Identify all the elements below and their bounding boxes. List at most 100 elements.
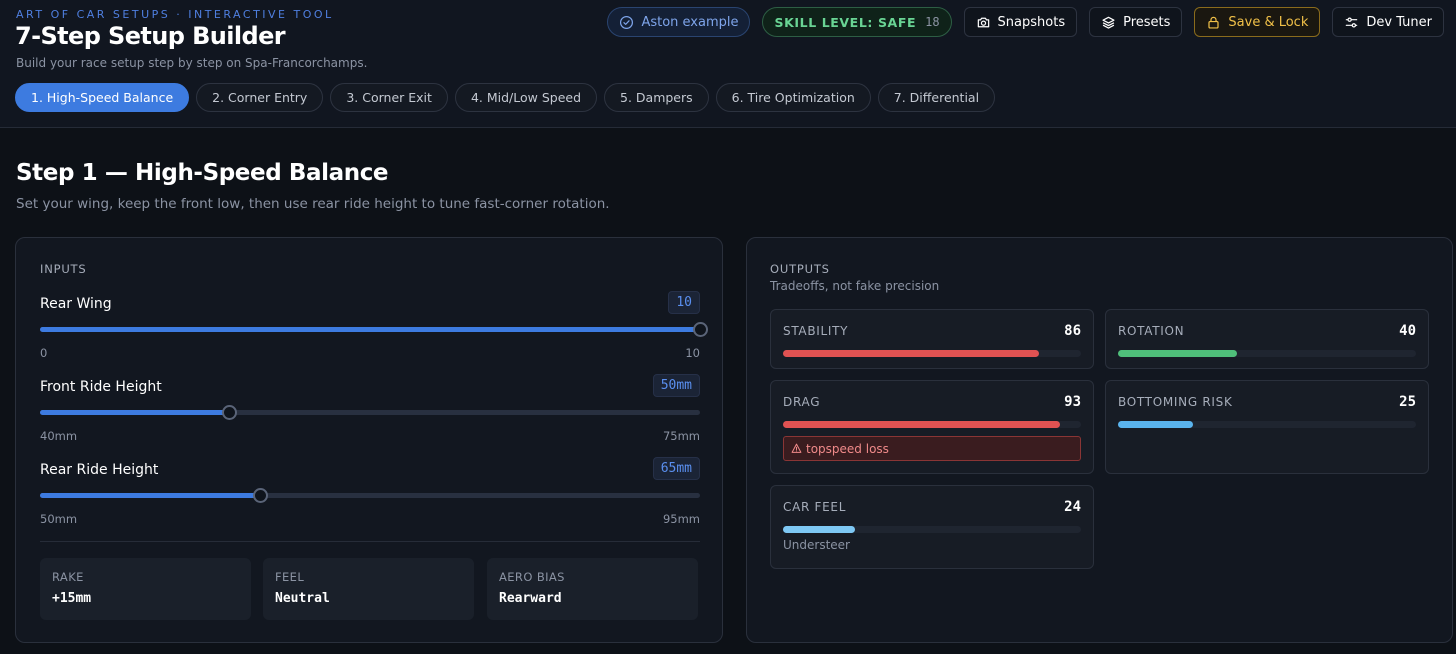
slider-min-label: 40mm: [40, 429, 78, 443]
slider-value[interactable]: 10: [668, 291, 700, 314]
dev-tuner-button[interactable]: Dev Tuner: [1332, 7, 1444, 37]
bottoming-risk-card: BOTTOMING RISK 25: [1105, 380, 1429, 474]
warning-icon: [791, 443, 802, 453]
meter-fill: [783, 421, 1061, 428]
stat-label: AERO BIAS: [499, 570, 565, 584]
meter-track: [783, 421, 1081, 428]
meter-fill: [1118, 350, 1238, 357]
slider-handle[interactable]: [221, 405, 237, 420]
tab-corner-exit[interactable]: 3. Corner Exit: [330, 83, 448, 112]
meter-track: [1118, 421, 1416, 428]
step-title: Step 1 — High-Speed Balance: [16, 160, 389, 186]
card-label: DRAG: [783, 395, 821, 409]
card-value: 40: [1399, 323, 1416, 339]
slider-track[interactable]: [40, 488, 700, 503]
aero-bias-stat: AERO BIAS Rearward: [487, 558, 698, 620]
slider-fill: [40, 327, 700, 332]
slider-value[interactable]: 65mm: [652, 457, 700, 480]
meter-fill: [783, 350, 1040, 357]
toolbar: Aston example SKILL LEVEL: SAFE 18 Snaps…: [607, 7, 1444, 37]
tab-corner-entry[interactable]: 2. Corner Entry: [196, 83, 324, 112]
car-feel-note: Understeer: [783, 538, 850, 552]
slider-max-label: 75mm: [662, 429, 700, 443]
app-title: 7-Step Setup Builder: [15, 22, 286, 50]
skill-level-badge[interactable]: SKILL LEVEL: SAFE 18: [762, 7, 952, 37]
snapshots-label: Snapshots: [997, 14, 1066, 30]
card-label: STABILITY: [783, 324, 849, 338]
tab-dampers[interactable]: 5. Dampers: [604, 83, 709, 112]
meter-track: [783, 350, 1081, 357]
slider-min-label: 50mm: [40, 512, 78, 526]
slider-max-label: 95mm: [662, 512, 700, 526]
step-tabs: 1. High-Speed Balance 2. Corner Entry 3.…: [15, 83, 996, 112]
slider-label: Rear Wing: [40, 296, 112, 312]
stat-value: +15mm: [52, 591, 92, 606]
slider-handle[interactable]: [693, 322, 708, 337]
presets-button[interactable]: Presets: [1089, 7, 1183, 37]
aston-example-label: Aston example: [641, 14, 739, 30]
card-value: 86: [1064, 323, 1081, 339]
rear-wing-slider: Rear Wing 10 0 10: [40, 291, 708, 366]
warning-text: topspeed loss: [806, 441, 889, 456]
app-subtitle: Build your race setup step by step on Sp…: [16, 56, 368, 70]
card-label: BOTTOMING RISK: [1118, 395, 1233, 409]
stability-card: STABILITY 86: [770, 309, 1094, 369]
save-lock-button[interactable]: Save & Lock: [1194, 7, 1321, 37]
card-label: ROTATION: [1118, 324, 1185, 338]
slider-max-label: 10: [685, 346, 700, 360]
topspeed-warning: topspeed loss: [783, 436, 1081, 461]
app-header: ART OF CAR SETUPS · INTERACTIVE TOOL 7-S…: [0, 0, 1456, 128]
dev-tuner-label: Dev Tuner: [1366, 14, 1432, 30]
layers-icon: [1102, 16, 1115, 29]
lock-icon: [1208, 16, 1220, 29]
meter-fill: [1118, 421, 1193, 428]
sliders-icon: [1346, 16, 1358, 28]
slider-value[interactable]: 50mm: [652, 374, 700, 397]
outputs-panel: OUTPUTS Tradeoffs, not fake precision ST…: [746, 237, 1453, 643]
meter-track: [783, 526, 1081, 533]
car-feel-card: CAR FEEL 24 Understeer: [770, 485, 1094, 569]
slider-track[interactable]: [40, 405, 700, 420]
tab-differential[interactable]: 7. Differential: [877, 83, 996, 112]
card-label: CAR FEEL: [783, 500, 847, 514]
divider: [40, 541, 700, 542]
inputs-label: INPUTS: [40, 262, 87, 276]
meter-track: [1118, 350, 1416, 357]
slider-track[interactable]: [40, 322, 708, 337]
skill-level-count: 18: [925, 15, 940, 29]
outputs-label: OUTPUTS: [770, 262, 830, 276]
slider-fill: [40, 493, 260, 498]
save-lock-label: Save & Lock: [1228, 14, 1309, 30]
slider-label: Rear Ride Height: [40, 462, 159, 478]
step-subtitle: Set your wing, keep the front low, then …: [16, 196, 610, 212]
skill-level-label: SKILL LEVEL: SAFE: [774, 14, 917, 30]
rear-ride-height-slider: Rear Ride Height 65mm 50mm 95mm: [40, 457, 700, 532]
meter-fill: [783, 526, 855, 533]
stat-value: Rearward: [499, 591, 562, 606]
card-value: 24: [1064, 499, 1081, 515]
stat-value: Neutral: [275, 591, 330, 606]
feel-stat: FEEL Neutral: [263, 558, 474, 620]
stat-label: RAKE: [52, 570, 84, 584]
stat-label: FEEL: [275, 570, 305, 584]
outputs-hint: Tradeoffs, not fake precision: [770, 279, 940, 293]
slider-min-label: 0: [40, 346, 48, 360]
slider-label: Front Ride Height: [40, 379, 162, 395]
tab-mid-low-speed[interactable]: 4. Mid/Low Speed: [454, 83, 598, 112]
camera-icon: [977, 17, 989, 27]
aston-example-button[interactable]: Aston example: [607, 7, 751, 37]
tab-tire-optimization[interactable]: 6. Tire Optimization: [715, 83, 871, 112]
drag-card: DRAG 93 topspeed loss: [770, 380, 1094, 474]
tab-high-speed-balance[interactable]: 1. High-Speed Balance: [15, 83, 190, 112]
card-value: 93: [1064, 394, 1081, 410]
check-circle-icon: [620, 15, 634, 29]
slider-handle[interactable]: [253, 488, 268, 503]
front-ride-height-slider: Front Ride Height 50mm 40mm 75mm: [40, 374, 700, 449]
slider-fill: [40, 410, 229, 415]
rake-stat: RAKE +15mm: [40, 558, 251, 620]
presets-label: Presets: [1123, 14, 1171, 30]
rotation-card: ROTATION 40: [1105, 309, 1429, 369]
snapshots-button[interactable]: Snapshots: [963, 7, 1078, 37]
inputs-panel: INPUTS Rear Wing 10 0 10 Front Ride Heig…: [15, 237, 723, 643]
card-value: 25: [1399, 394, 1416, 410]
